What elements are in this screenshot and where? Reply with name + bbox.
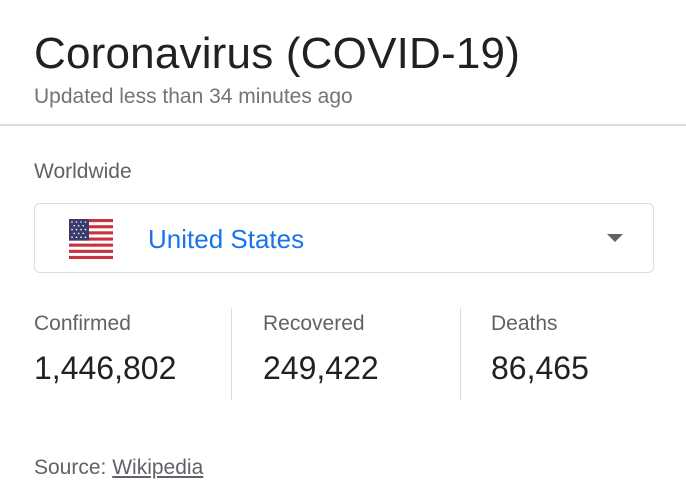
header-divider xyxy=(0,124,686,126)
source-line: Source: Wikipedia xyxy=(34,454,203,482)
page-title: Coronavirus (COVID-19) xyxy=(34,29,521,78)
us-flag-icon xyxy=(69,219,113,259)
stat-value: 1,446,802 xyxy=(34,350,177,386)
stat-label: Recovered xyxy=(263,312,365,335)
country-dropdown[interactable]: United States xyxy=(34,203,654,273)
caret-down-icon xyxy=(607,234,623,242)
stats-panel: Confirmed 1,446,802 Recovered 249,422 De… xyxy=(34,308,654,400)
updated-timestamp: Updated less than 34 minutes ago xyxy=(34,85,353,108)
wikipedia-link[interactable]: Wikipedia xyxy=(112,456,203,479)
stat-confirmed: Confirmed 1,446,802 xyxy=(34,308,176,400)
stat-divider xyxy=(231,308,232,400)
stat-value: 249,422 xyxy=(263,350,379,386)
source-prefix: Source: xyxy=(34,456,107,479)
stat-value: 86,465 xyxy=(491,350,589,386)
stat-label: Confirmed xyxy=(34,312,131,335)
selected-country: United States xyxy=(148,224,305,254)
region-label[interactable]: Worldwide xyxy=(34,158,132,186)
stat-recovered: Recovered 249,422 xyxy=(263,308,379,400)
stat-deaths: Deaths 86,465 xyxy=(491,308,589,400)
header: Coronavirus (COVID-19) Updated less than… xyxy=(34,28,686,110)
stat-label: Deaths xyxy=(491,312,558,335)
stat-divider xyxy=(460,308,461,400)
